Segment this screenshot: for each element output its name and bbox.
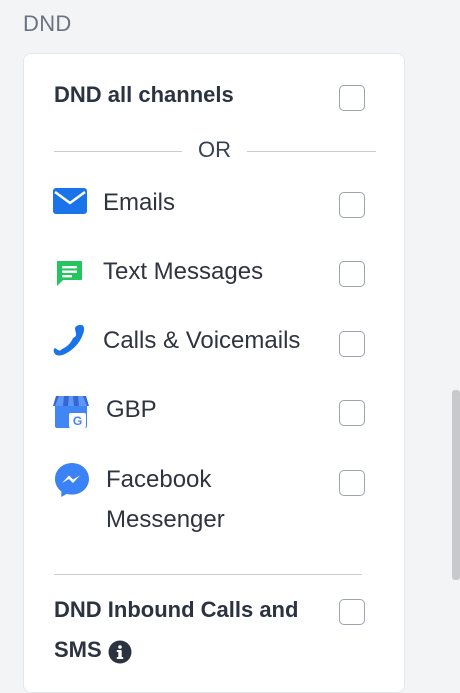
section-title: DND	[23, 11, 72, 36]
or-text: OR	[198, 137, 231, 162]
or-line-left	[54, 151, 182, 152]
email-icon	[52, 187, 88, 220]
text-messages-checkbox[interactable]	[339, 261, 365, 287]
dnd-inbound-checkbox[interactable]	[339, 599, 365, 625]
phone-icon	[52, 322, 88, 363]
svg-text:G: G	[73, 414, 82, 428]
sms-icon	[54, 259, 84, 294]
facebook-messenger-label-line1: Facebook	[106, 466, 212, 493]
gbp-checkbox[interactable]	[339, 400, 365, 426]
emails-checkbox[interactable]	[339, 192, 365, 218]
or-line-right	[247, 151, 376, 152]
facebook-messenger-checkbox[interactable]	[339, 470, 365, 496]
channel-label-text-messages: Text Messages	[103, 258, 264, 285]
facebook-messenger-label-line2: Messenger	[106, 506, 225, 533]
channel-label-facebook-messenger: Facebook Messenger	[106, 460, 225, 540]
info-icon[interactable]	[108, 637, 132, 664]
google-business-profile-icon: G	[52, 394, 90, 435]
dnd-all-channels-label: DND all channels	[54, 82, 234, 107]
channel-label-calls-voicemails: Calls & Voicemails	[103, 327, 301, 354]
channel-label-emails: Emails	[103, 189, 176, 216]
calls-voicemails-checkbox[interactable]	[339, 331, 365, 357]
scrollbar-thumb[interactable]	[452, 390, 460, 580]
dnd-all-channels-checkbox[interactable]	[339, 85, 365, 111]
facebook-messenger-icon	[54, 462, 90, 503]
dnd-card: DND all channels OR Emails Text Messages…	[23, 53, 405, 693]
or-separator: OR	[54, 136, 376, 166]
dnd-inbound-label-line1: DND Inbound Calls and	[54, 597, 299, 622]
dnd-inbound-label-line2: SMS	[54, 630, 334, 670]
channel-label-gbp: GBP	[106, 396, 157, 423]
section-divider	[54, 574, 362, 575]
dnd-inbound-label-sms: SMS	[54, 637, 102, 662]
dnd-inbound-label: DND Inbound Calls and SMS	[54, 590, 334, 670]
